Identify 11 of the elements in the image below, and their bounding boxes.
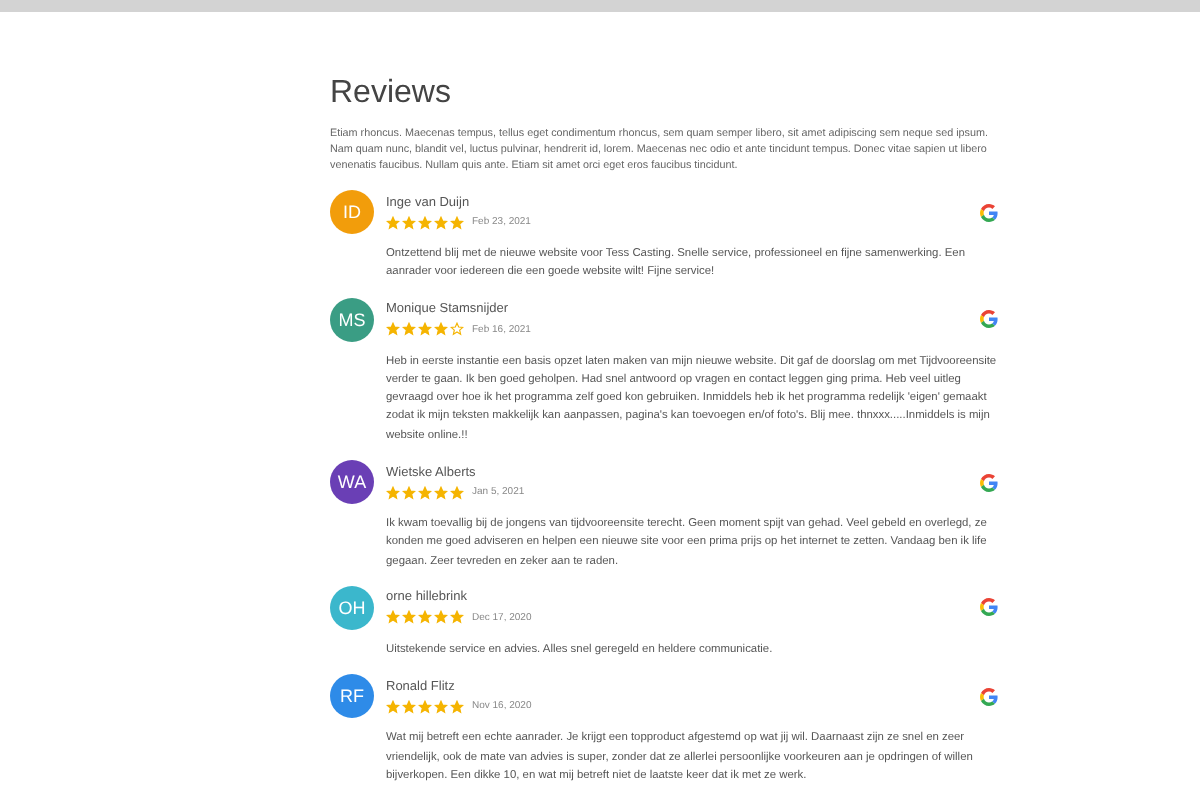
avatar: ID: [330, 190, 374, 234]
avatar: MS: [330, 297, 374, 342]
google-icon: [980, 598, 998, 617]
avatar: OH: [330, 585, 374, 630]
google-icon: [980, 473, 998, 492]
avatar: WA: [330, 460, 374, 505]
google-icon: [980, 310, 998, 329]
section-heading: Reviews: [330, 74, 453, 114]
avatar: RF: [330, 674, 374, 719]
google-icon: [980, 203, 998, 221]
google-icon: [980, 687, 998, 706]
